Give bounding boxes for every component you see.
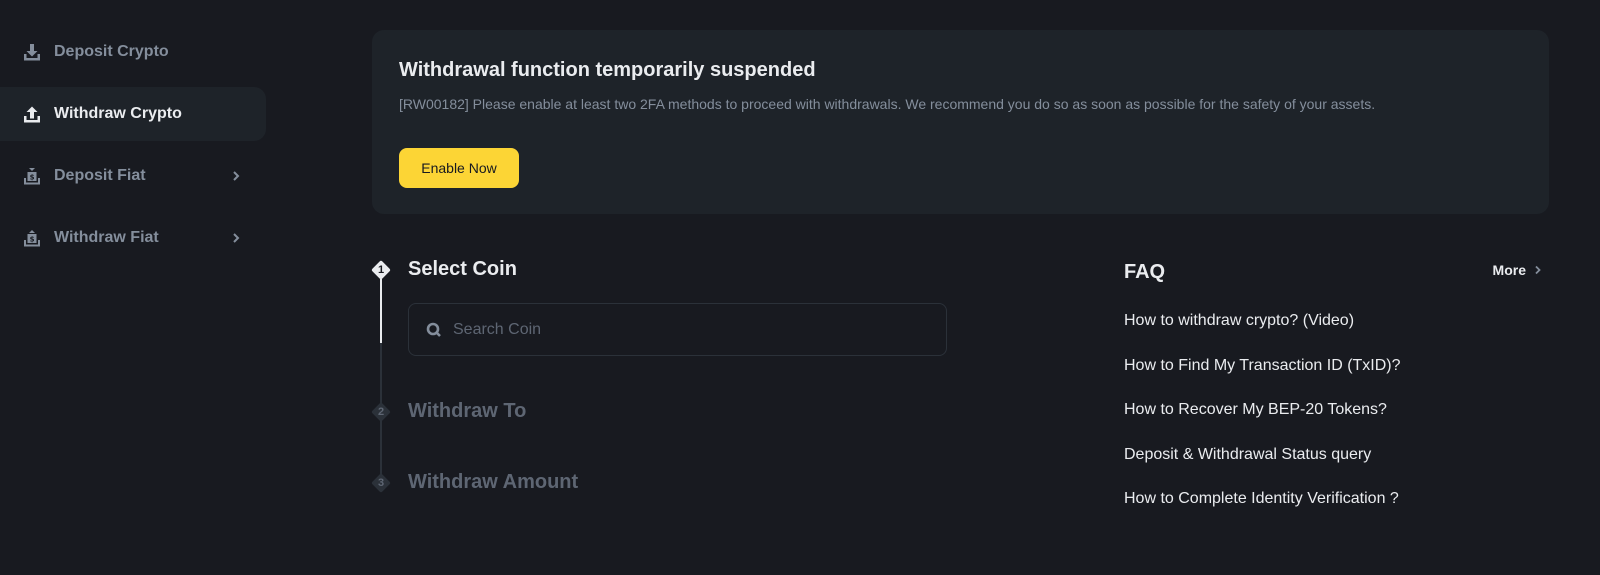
step-3-marker: 3 <box>371 473 391 493</box>
faq-more-label: More <box>1492 262 1526 278</box>
upload-icon <box>21 103 43 125</box>
sidebar-item-withdraw-crypto[interactable]: Withdraw Crypto <box>0 87 266 141</box>
step-1-title: Select Coin <box>408 258 517 280</box>
step-3-title: Withdraw Amount <box>408 471 579 493</box>
banner-description: [RW00182] Please enable at least two 2FA… <box>399 96 1376 112</box>
chevron-right-icon <box>1532 264 1544 276</box>
download-icon <box>21 41 43 63</box>
step-1-marker: 1 <box>371 260 391 280</box>
deposit-fiat-icon: $ <box>21 165 43 187</box>
faq-item[interactable]: How to withdraw crypto? (Video) <box>1124 310 1548 355</box>
faq-item[interactable]: How to Recover My BEP-20 Tokens? <box>1124 399 1548 444</box>
sidebar-item-deposit-fiat[interactable]: $ Deposit Fiat <box>0 149 266 203</box>
sidebar-item-label: Deposit Crypto <box>54 43 169 60</box>
chevron-right-icon <box>229 169 243 183</box>
faq-item[interactable]: How to Find My Transaction ID (TxID)? <box>1124 355 1548 400</box>
search-icon <box>425 321 443 339</box>
step-2-title: Withdraw To <box>408 400 527 422</box>
faq-title: FAQ <box>1124 261 1166 283</box>
withdraw-steps: 1 Select Coin 2 Withdraw To 3 Withdraw A… <box>368 255 968 505</box>
withdraw-fiat-icon: $ <box>21 227 43 249</box>
faq-item[interactable]: Deposit & Withdrawal Status query <box>1124 444 1548 489</box>
banner-title: Withdrawal function temporarily suspende… <box>399 59 816 81</box>
sidebar-item-label: Deposit Fiat <box>54 167 146 184</box>
svg-text:$: $ <box>30 174 35 182</box>
step-2-marker: 2 <box>371 402 391 422</box>
faq-list: How to withdraw crypto? (Video) How to F… <box>1124 310 1548 533</box>
sidebar-item-label: Withdraw Fiat <box>54 229 159 246</box>
sidebar-item-label: Withdraw Crypto <box>54 105 182 122</box>
faq-item[interactable]: How to Complete Identity Verification ? <box>1124 488 1548 533</box>
sidebar: Deposit Crypto Withdraw Crypto $ Deposit… <box>0 25 266 273</box>
faq-more-link[interactable]: More <box>1493 262 1544 278</box>
step-progress-line-active <box>380 279 382 343</box>
withdraw-crypto-page: Deposit Crypto Withdraw Crypto $ Deposit… <box>0 0 1600 575</box>
search-coin-field[interactable] <box>408 303 947 356</box>
sidebar-item-withdraw-fiat[interactable]: $ Withdraw Fiat <box>0 211 266 265</box>
sidebar-item-deposit-crypto[interactable]: Deposit Crypto <box>0 25 266 79</box>
chevron-right-icon <box>229 231 243 245</box>
enable-now-button[interactable]: Enable Now <box>399 148 519 188</box>
search-coin-input[interactable] <box>453 320 933 339</box>
suspension-banner: Withdrawal function temporarily suspende… <box>372 30 1549 214</box>
faq-panel: FAQ More How to withdraw crypto? (Video)… <box>1124 258 1548 533</box>
svg-text:$: $ <box>30 236 35 244</box>
